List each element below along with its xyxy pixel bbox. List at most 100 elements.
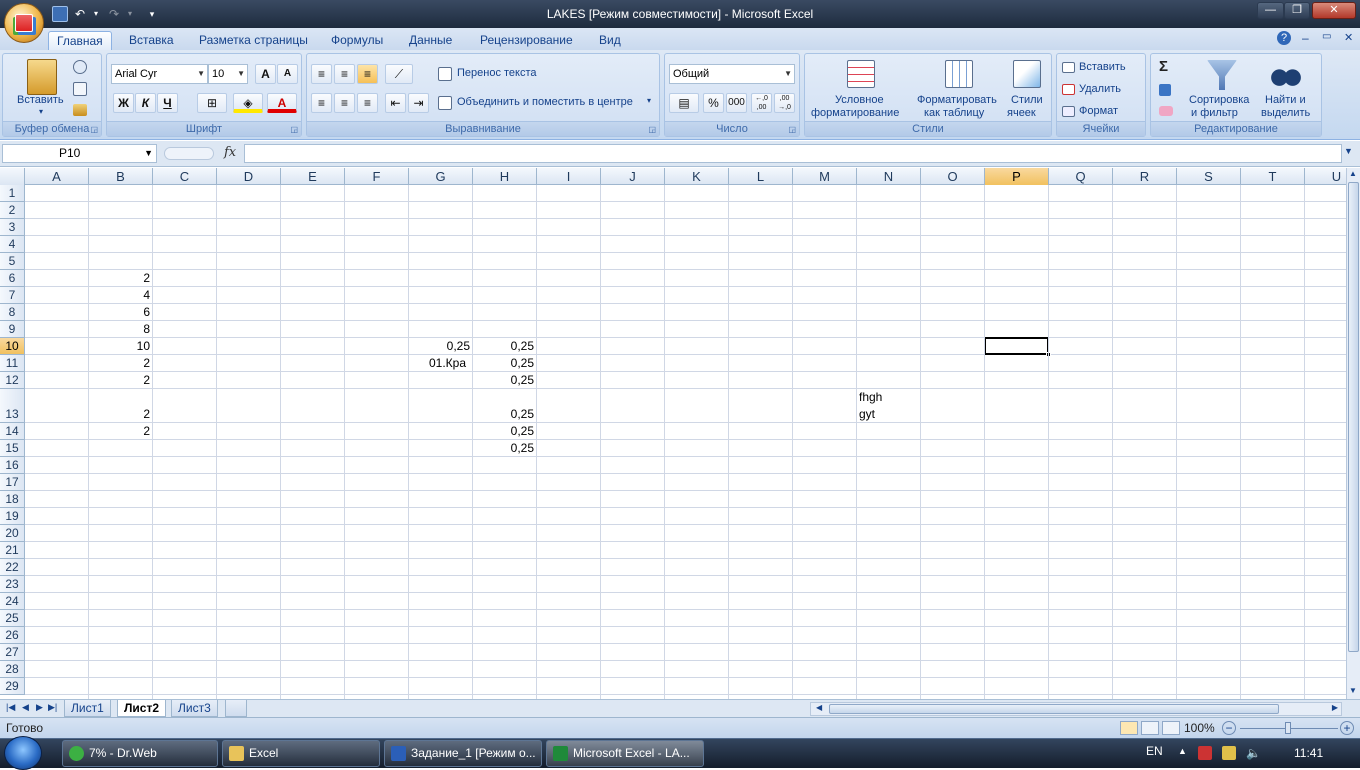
conditional-formatting-label-1[interactable]: Условное: [835, 94, 884, 106]
row-header-25[interactable]: 25: [0, 610, 25, 627]
row-header-27[interactable]: 27: [0, 644, 25, 661]
show-hidden-icons-icon[interactable]: ▲: [1178, 746, 1187, 756]
wrap-text-button[interactable]: Перенос текста: [457, 67, 537, 79]
borders-button[interactable]: ⊞: [197, 93, 227, 113]
horizontal-scrollbar[interactable]: ◀ ▶: [810, 702, 1342, 716]
font-name-combo[interactable]: Arial Cyr ▼: [111, 64, 208, 84]
column-header-i[interactable]: I: [537, 168, 601, 185]
vertical-scrollbar[interactable]: ▲ ▼: [1346, 168, 1360, 699]
formula-input[interactable]: [244, 144, 1342, 163]
align-top-icon[interactable]: ≡: [311, 64, 332, 84]
worksheet-grid[interactable]: ABCDEFGHIJKLMNOPQRSTU 1 2 3 4 5 6 7 8 9 10 11 12 13 1…: [0, 168, 1346, 699]
tab-view[interactable]: Вид: [591, 31, 629, 50]
column-header-d[interactable]: D: [217, 168, 281, 185]
name-box[interactable]: P10 ▼: [2, 144, 157, 163]
cell-styles-label-2[interactable]: ячеек: [1007, 107, 1036, 119]
insert-cells-button[interactable]: Вставить: [1079, 61, 1126, 73]
column-header-r[interactable]: R: [1113, 168, 1177, 185]
scroll-down-icon[interactable]: ▼: [1349, 686, 1357, 695]
office-button[interactable]: [4, 3, 44, 43]
start-button[interactable]: [4, 736, 42, 770]
autosum-icon[interactable]: Σ: [1159, 58, 1168, 75]
row-header-9[interactable]: 9: [0, 321, 25, 338]
page-break-view-icon[interactable]: [1162, 721, 1180, 735]
row-header-7[interactable]: 7: [0, 287, 25, 304]
sheet-tab-1[interactable]: Лист1: [64, 700, 111, 717]
cell-h12[interactable]: 0,25: [473, 372, 534, 389]
tab-formulas[interactable]: Формулы: [323, 31, 391, 50]
row-header-15[interactable]: 15: [0, 440, 25, 457]
column-header-g[interactable]: G: [409, 168, 473, 185]
copy-icon[interactable]: [73, 82, 87, 96]
row-header-5[interactable]: 5: [0, 253, 25, 270]
column-header-j[interactable]: J: [601, 168, 665, 185]
first-sheet-icon[interactable]: |◀: [6, 702, 15, 713]
sheet-tab-3[interactable]: Лист3: [171, 700, 218, 717]
find-select-label-2[interactable]: выделить: [1261, 107, 1310, 119]
cell-b6[interactable]: 2: [89, 270, 150, 287]
column-header-u[interactable]: U: [1305, 168, 1346, 185]
fill-color-button[interactable]: ◈: [233, 93, 263, 113]
column-header-h[interactable]: H: [473, 168, 537, 185]
cell-g11[interactable]: 01.Кра: [429, 355, 471, 372]
merge-dropdown-icon[interactable]: ▾: [647, 96, 651, 105]
column-header-f[interactable]: F: [345, 168, 409, 185]
tab-insert[interactable]: Вставка: [121, 31, 182, 50]
cell-b8[interactable]: 6: [89, 304, 150, 321]
zoom-level[interactable]: 100%: [1184, 721, 1215, 735]
format-as-table-label-1[interactable]: Форматировать: [917, 94, 997, 106]
clock[interactable]: 11:41: [1294, 746, 1323, 760]
cell-n13-line1[interactable]: fhgh: [859, 389, 882, 406]
row-header-19[interactable]: 19: [0, 508, 25, 525]
cell-b10[interactable]: 10: [89, 338, 150, 355]
task-excel-folder[interactable]: Excel: [222, 740, 380, 767]
row-header-12[interactable]: 12: [0, 372, 25, 389]
align-right-icon[interactable]: ≡: [357, 93, 378, 113]
volume-icon[interactable]: 🔈: [1246, 746, 1261, 760]
column-header-p[interactable]: P: [985, 168, 1049, 185]
tab-home[interactable]: Главная: [48, 31, 112, 50]
increase-indent-icon[interactable]: ⇥: [408, 93, 429, 113]
column-header-o[interactable]: O: [921, 168, 985, 185]
row-header-8[interactable]: 8: [0, 304, 25, 321]
task-excel-lakes[interactable]: Microsoft Excel - LA...: [546, 740, 704, 767]
paste-dropdown-icon[interactable]: ▾: [39, 107, 43, 116]
align-bottom-icon[interactable]: ≡: [357, 64, 378, 84]
cell-h15[interactable]: 0,25: [473, 440, 534, 457]
delete-cells-button[interactable]: Удалить: [1079, 83, 1121, 95]
column-header-b[interactable]: B: [89, 168, 153, 185]
cell-n13-line2[interactable]: gyt: [859, 406, 875, 423]
cell-h14[interactable]: 0,25: [473, 423, 534, 440]
horizontal-scroll-thumb[interactable]: [829, 704, 1279, 714]
task-word-doc[interactable]: Задание_1 [Режим о...: [384, 740, 542, 767]
scroll-right-icon[interactable]: ▶: [1332, 703, 1338, 712]
column-header-k[interactable]: K: [665, 168, 729, 185]
workbook-minimize-icon[interactable]: –: [1302, 31, 1309, 45]
font-size-combo[interactable]: 10 ▼: [208, 64, 248, 84]
row-header-1[interactable]: 1: [0, 185, 25, 202]
last-sheet-icon[interactable]: ▶|: [48, 702, 57, 713]
row-header-11[interactable]: 11: [0, 355, 25, 372]
bold-button[interactable]: Ж: [113, 93, 134, 113]
zoom-out-icon[interactable]: −: [1222, 721, 1236, 735]
language-indicator[interactable]: EN: [1146, 744, 1163, 758]
tab-review[interactable]: Рецензирование: [472, 31, 581, 50]
column-header-n[interactable]: N: [857, 168, 921, 185]
task-drweb[interactable]: 7% - Dr.Web: [62, 740, 218, 767]
grow-font-button[interactable]: A: [255, 64, 276, 84]
prev-sheet-icon[interactable]: ◀: [22, 702, 29, 713]
row-header-28[interactable]: 28: [0, 661, 25, 678]
cut-icon[interactable]: [73, 60, 87, 74]
row-header-24[interactable]: 24: [0, 593, 25, 610]
row-header-16[interactable]: 16: [0, 457, 25, 474]
format-cells-button[interactable]: Формат: [1079, 105, 1118, 117]
network-icon[interactable]: [1222, 746, 1236, 760]
paste-button[interactable]: Вставить: [17, 94, 64, 106]
insert-sheet-icon[interactable]: [225, 700, 247, 717]
decrease-decimal-button[interactable]: ,00 →,0: [774, 93, 795, 113]
row-header-14[interactable]: 14: [0, 423, 25, 440]
cell-b12[interactable]: 2: [89, 372, 150, 389]
orientation-icon[interactable]: ⟋: [385, 64, 413, 84]
number-launcher-icon[interactable]: ◲: [788, 125, 796, 134]
workbook-restore-icon[interactable]: ▭: [1322, 31, 1331, 42]
